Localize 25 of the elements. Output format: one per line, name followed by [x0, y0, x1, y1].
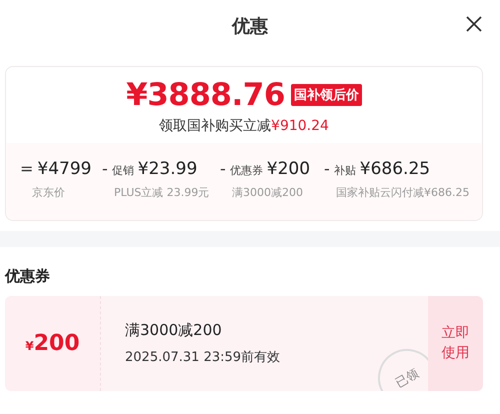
subsidy-text: 领取国补购买立减¥910.24 [159, 117, 329, 135]
breakdown-amount: ¥686.25 [360, 159, 430, 179]
price-tag: 国补领后价 [290, 84, 362, 106]
operator: - [324, 159, 330, 178]
breakdown-note: 满3000减200 [231, 185, 304, 200]
breakdown-amount: ¥200 [266, 159, 310, 179]
final-price: ¥3888.76 [126, 77, 285, 113]
dialog-title: 优惠 [232, 15, 268, 38]
close-icon[interactable] [464, 14, 484, 34]
breakdown-label: 优惠券 [230, 163, 263, 178]
breakdown-note: PLUS立减 23.99元 [113, 185, 210, 200]
coupon-validity: 2025.07.31 23:59前有效 [125, 349, 282, 366]
breakdown-amount: ¥23.99 [138, 159, 198, 179]
coupon-condition: 满3000减200 [125, 321, 223, 340]
breakdown-note: 国家补贴云闪付减¥686.25 [335, 185, 470, 200]
operator: = [20, 159, 34, 178]
breakdown-amount: ¥4799 [37, 159, 92, 179]
coupon-value: ¥200 [25, 331, 80, 356]
use-now-button[interactable]: 立即使用 [428, 296, 483, 391]
breakdown-label: 补贴 [334, 163, 356, 178]
section-title: 优惠券 [5, 267, 51, 286]
breakdown-label: 促销 [112, 163, 134, 178]
operator: - [102, 159, 108, 178]
breakdown-note: 京东价 [31, 185, 66, 200]
operator: - [220, 159, 226, 178]
